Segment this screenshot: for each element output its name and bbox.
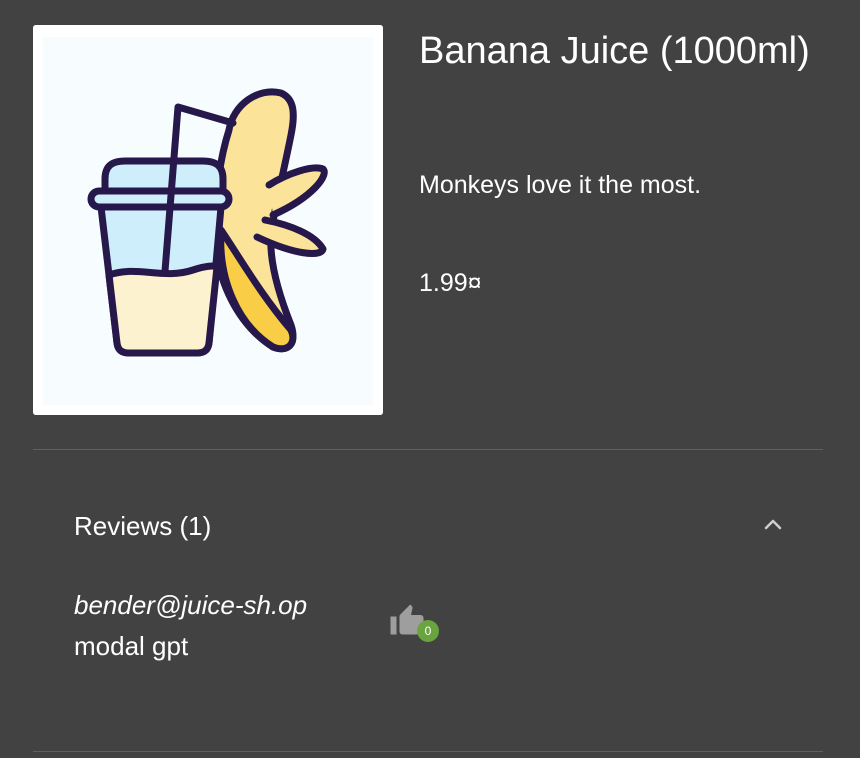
- divider: [33, 449, 823, 450]
- review-message: modal gpt: [74, 631, 189, 661]
- product-name: Banana Juice (1000ml): [419, 30, 810, 72]
- reviews-title: Reviews (1): [74, 511, 212, 541]
- banana-juice-icon: [33, 25, 383, 415]
- product-description: Monkeys love it the most.: [419, 171, 702, 199]
- reviews-expansion-header[interactable]: Reviews (1): [33, 490, 823, 562]
- like-review-button[interactable]: 0: [389, 603, 441, 647]
- review-author: bender@juice-sh.op: [74, 590, 308, 620]
- product-price: 1.99¤: [419, 269, 482, 297]
- divider: [33, 751, 823, 752]
- product-details-dialog: Banana Juice (1000ml) Monkeys love it th…: [0, 0, 860, 758]
- product-image: [33, 25, 383, 415]
- chevron-up-icon[interactable]: [761, 512, 785, 536]
- like-count-badge: 0: [417, 620, 439, 642]
- review-item: bender@juice-sh.op modal gpt 0: [74, 585, 774, 675]
